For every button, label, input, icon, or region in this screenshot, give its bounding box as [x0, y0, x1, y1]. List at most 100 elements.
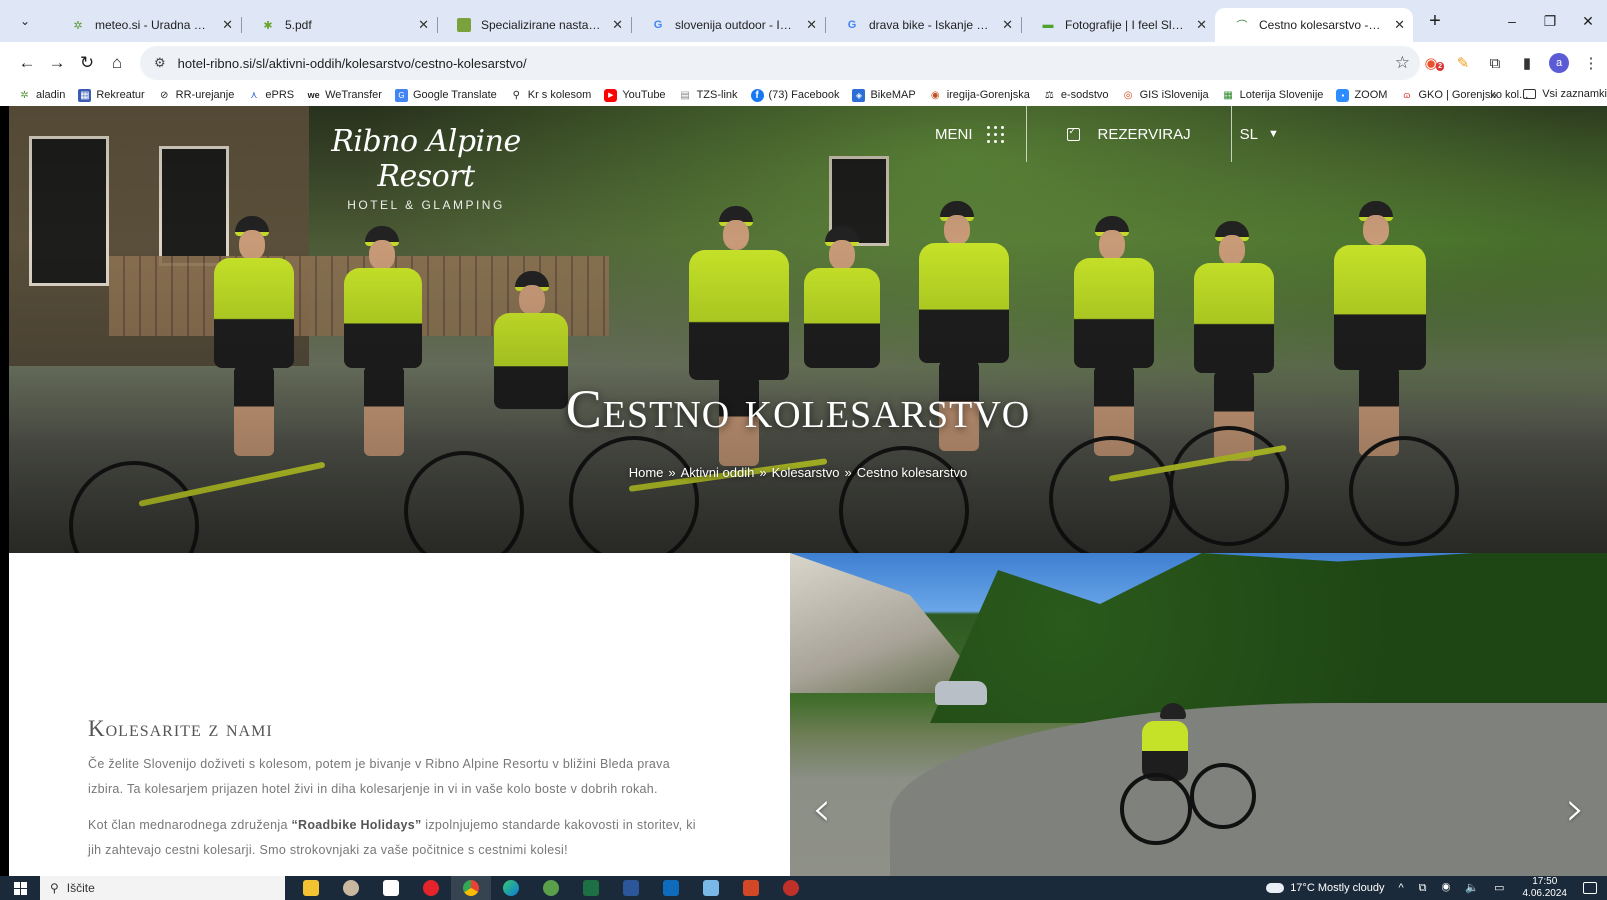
- close-tab-icon[interactable]: ✕: [1002, 17, 1013, 33]
- intro-paragraph: Če želite Slovenijo doživeti s kolesom, …: [88, 757, 670, 796]
- chrome-icon: [463, 880, 479, 896]
- close-tab-icon[interactable]: ✕: [806, 17, 817, 33]
- taskbar-app[interactable]: [331, 876, 371, 900]
- home-button[interactable]: ⌂: [102, 48, 132, 78]
- back-button[interactable]: ←: [12, 48, 42, 78]
- bookmark-facebook[interactable]: f (73) Facebook: [750, 88, 839, 102]
- breadcrumb-link-aktivni-oddih[interactable]: Aktivni oddih: [681, 465, 755, 480]
- taskbar-app[interactable]: [531, 876, 571, 900]
- snipping-icon: [703, 880, 719, 896]
- page-title: Cestno kolesarstvo: [565, 379, 1031, 439]
- image-slider: ‹ ›: [790, 553, 1607, 876]
- forward-button[interactable]: →: [42, 48, 72, 78]
- address-bar[interactable]: ⚙ hotel-ribno.si/sl/aktivni-oddih/kolesa…: [140, 46, 1420, 80]
- wetransfer-icon: we: [307, 90, 320, 100]
- bookmark-loterija[interactable]: ▦ Loterija Slovenije: [1222, 89, 1323, 102]
- browser-tab[interactable]: ✲ meteo.si - Uradna vremenska n ✕: [51, 8, 241, 42]
- bookmark-gis[interactable]: ◎ GIS iSlovenija: [1122, 89, 1209, 102]
- bookmark-wetransfer[interactable]: we WeTransfer: [307, 89, 382, 102]
- bookmark-e-sodstvo[interactable]: ⚖ e-sodstvo: [1043, 89, 1109, 102]
- tab-search-button[interactable]: ⌄: [13, 9, 37, 33]
- taskbar-app[interactable]: [771, 876, 811, 900]
- weather-widget[interactable]: 17°C Mostly cloudy: [1266, 882, 1384, 894]
- breadcrumb-link-home[interactable]: Home: [629, 465, 664, 480]
- excel-icon: [583, 880, 599, 896]
- bookmark-iregija[interactable]: ◉ iregija-Gorenjska: [929, 89, 1030, 102]
- language-selector[interactable]: SL ▼: [1232, 126, 1279, 143]
- bookmark-eprs[interactable]: ⋏ ePRS: [247, 89, 294, 102]
- bikemap-icon: ◈: [852, 88, 866, 102]
- browser-tab-active[interactable]: ⌒ Cestno kolesarstvo - Ribno Alp ✕: [1215, 8, 1413, 42]
- all-bookmarks-folder[interactable]: Vsi zaznamki: [1523, 88, 1607, 100]
- breadcrumb: Home» Aktivni oddih» Kolesarstvo» Cestno ko…: [628, 465, 968, 480]
- site-info-icon[interactable]: ⚙: [154, 55, 166, 71]
- google-icon: G: [847, 19, 857, 31]
- aladin-icon: ✲: [20, 89, 29, 101]
- book-button[interactable]: REZERVIRAJ: [1027, 106, 1232, 162]
- browser-tab[interactable]: G slovenija outdoor - Iskanje Goo ✕: [631, 8, 825, 42]
- taskbar-file-explorer[interactable]: [291, 876, 331, 900]
- browser-tab[interactable]: ▬ Fotografije | I feel Slovenia ✕: [1021, 8, 1215, 42]
- bookmark-youtube[interactable]: ▶ YouTube: [604, 88, 666, 102]
- restore-icon[interactable]: ❐: [1531, 0, 1569, 42]
- bookmark-tzs-link[interactable]: ▤ TZS-link: [679, 89, 737, 102]
- more-menu-icon[interactable]: ⋮: [1575, 54, 1607, 72]
- bookmark-bikemap[interactable]: ◈ BikeMAP: [852, 88, 916, 102]
- puzzle-icon[interactable]: ⧉: [1479, 55, 1511, 72]
- logo-title: Ribno Alpine Resort: [331, 124, 521, 194]
- taskbar-powerpoint[interactable]: [731, 876, 771, 900]
- bookmark-google-translate[interactable]: G Google Translate: [394, 88, 497, 102]
- close-tab-icon[interactable]: ✕: [1196, 17, 1207, 33]
- intro-section: Kolesarite z nami Če želite Slovenijo do…: [9, 553, 790, 876]
- bookmark-aladin[interactable]: ✲ aladin: [18, 89, 65, 102]
- close-tab-icon[interactable]: ✕: [418, 17, 429, 33]
- bookmark-kr-s-kolesom[interactable]: ⚲ Kr s kolesom: [510, 89, 592, 102]
- taskbar-outlook[interactable]: [651, 876, 691, 900]
- bookmark-star-icon[interactable]: ☆: [1395, 53, 1410, 73]
- browser-tab[interactable]: ✱ 5.pdf ✕: [241, 8, 437, 42]
- close-window-icon[interactable]: ✕: [1569, 0, 1607, 42]
- browser-tab[interactable]: Specializirane nastanitve za kol ✕: [437, 8, 631, 42]
- logo-subtitle: HOTEL & GLAMPING: [347, 198, 505, 212]
- bookmarks-overflow-button[interactable]: »: [1490, 87, 1497, 102]
- folder-icon: [303, 880, 319, 896]
- plus-icon: +: [1429, 9, 1441, 32]
- bookmark-zoom[interactable]: ▪ ZOOM: [1336, 88, 1387, 102]
- extension-badge-icon[interactable]: ◉ 2: [1415, 54, 1447, 72]
- close-tab-icon[interactable]: ✕: [222, 17, 233, 33]
- url-text[interactable]: hotel-ribno.si/sl/aktivni-oddih/kolesars…: [178, 56, 527, 71]
- extension-icon[interactable]: ✎: [1447, 54, 1479, 72]
- reload-button[interactable]: ↻: [72, 48, 102, 78]
- bookmark-rekreatur[interactable]: ▦ Rekreatur: [78, 88, 145, 102]
- start-button[interactable]: [0, 876, 40, 900]
- taskbar-app[interactable]: [691, 876, 731, 900]
- eprs-icon: ⋏: [250, 89, 258, 101]
- close-tab-icon[interactable]: ✕: [1394, 17, 1405, 33]
- slider-next-button[interactable]: ›: [1566, 781, 1585, 837]
- breadcrumb-link-kolesarstvo[interactable]: Kolesarstvo: [772, 465, 840, 480]
- browser-tab[interactable]: G drava bike - Iskanje Google ✕: [825, 8, 1021, 42]
- side-panel-icon[interactable]: ▮: [1511, 54, 1543, 72]
- clock[interactable]: 17:50 4.06.2024: [1523, 876, 1568, 900]
- taskbar-apps: [291, 876, 811, 900]
- taskbar-chrome[interactable]: [451, 876, 491, 900]
- menu-button[interactable]: MENI: [935, 106, 1027, 162]
- bookmark-rr-urejanje[interactable]: ⊘ RR-urejanje: [158, 89, 234, 102]
- site-logo[interactable]: Ribno Alpine Resort HOTEL & GLAMPING: [306, 124, 546, 212]
- folder-icon: [1523, 89, 1537, 99]
- window-controls: – ❐ ✕: [1493, 0, 1607, 42]
- taskbar-excel[interactable]: [571, 876, 611, 900]
- taskbar-word[interactable]: [611, 876, 651, 900]
- taskbar-app[interactable]: [371, 876, 411, 900]
- new-tab-button[interactable]: +: [1421, 10, 1449, 33]
- slider-prev-button[interactable]: ‹: [812, 781, 831, 837]
- profile-avatar[interactable]: a: [1549, 53, 1569, 73]
- tray-icons[interactable]: ^ ⧉ ◉ 🔈 ▭: [1398, 881, 1510, 895]
- minimize-icon[interactable]: –: [1493, 0, 1531, 42]
- taskbar-opera[interactable]: [411, 876, 451, 900]
- taskbar-search[interactable]: ⚲ Iščite: [40, 876, 285, 900]
- bookmark-gko[interactable]: ɷ GKO | Gorenjsko kol...: [1400, 89, 1528, 102]
- taskbar-edge[interactable]: [491, 876, 531, 900]
- close-tab-icon[interactable]: ✕: [612, 17, 623, 33]
- notifications-icon[interactable]: [1583, 882, 1597, 894]
